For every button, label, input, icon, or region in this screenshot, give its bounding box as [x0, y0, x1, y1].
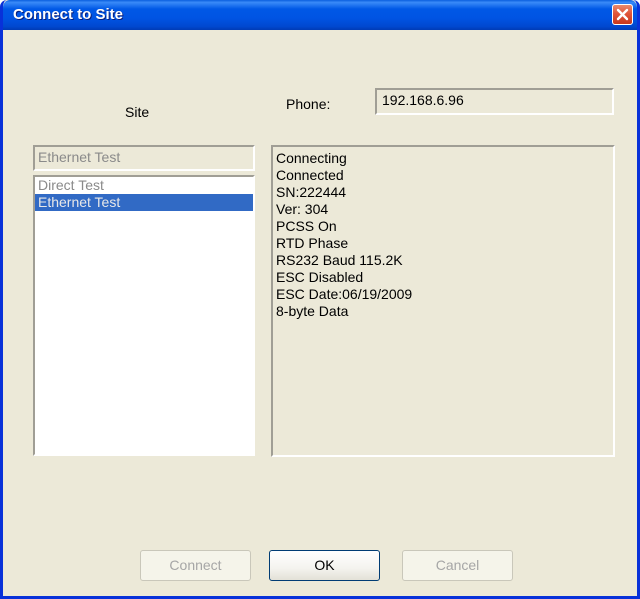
site-label: Site	[125, 104, 150, 120]
list-item[interactable]: Direct Test	[35, 177, 253, 194]
site-list[interactable]: Direct Test Ethernet Test	[33, 175, 255, 456]
status-line: PCSS On	[276, 218, 337, 234]
status-line: Connected	[276, 167, 344, 183]
status-line: SN:222444	[276, 184, 347, 200]
title-bar: Connect to Site	[3, 0, 637, 30]
connect-button[interactable]: Connect	[140, 550, 251, 581]
phone-label: Phone:	[286, 96, 331, 112]
status-line: ESC Date:06/19/2009	[276, 286, 413, 302]
connection-status-box: Connecting Connected SN:222444 Ver: 304 …	[271, 145, 615, 457]
status-line: Connecting	[276, 150, 347, 166]
list-item-selected[interactable]: Ethernet Test	[35, 194, 253, 211]
ok-button[interactable]: OK	[269, 550, 380, 581]
status-line: ESC Disabled	[276, 269, 364, 285]
close-button[interactable]	[612, 4, 633, 25]
connect-dialog: Connect to Site Site Phone: 192.168.6.96…	[0, 0, 640, 599]
status-line: RS232 Baud 115.2K	[276, 252, 403, 268]
status-line: Ver: 304	[276, 201, 329, 217]
status-line: 8-byte Data	[276, 303, 349, 319]
site-name-field[interactable]: Ethernet Test	[33, 145, 255, 171]
window-title: Connect to Site	[13, 6, 124, 23]
phone-field[interactable]: 192.168.6.96	[375, 88, 614, 115]
close-icon	[616, 8, 629, 21]
cancel-button[interactable]: Cancel	[402, 550, 513, 581]
status-line: RTD Phase	[276, 235, 349, 251]
